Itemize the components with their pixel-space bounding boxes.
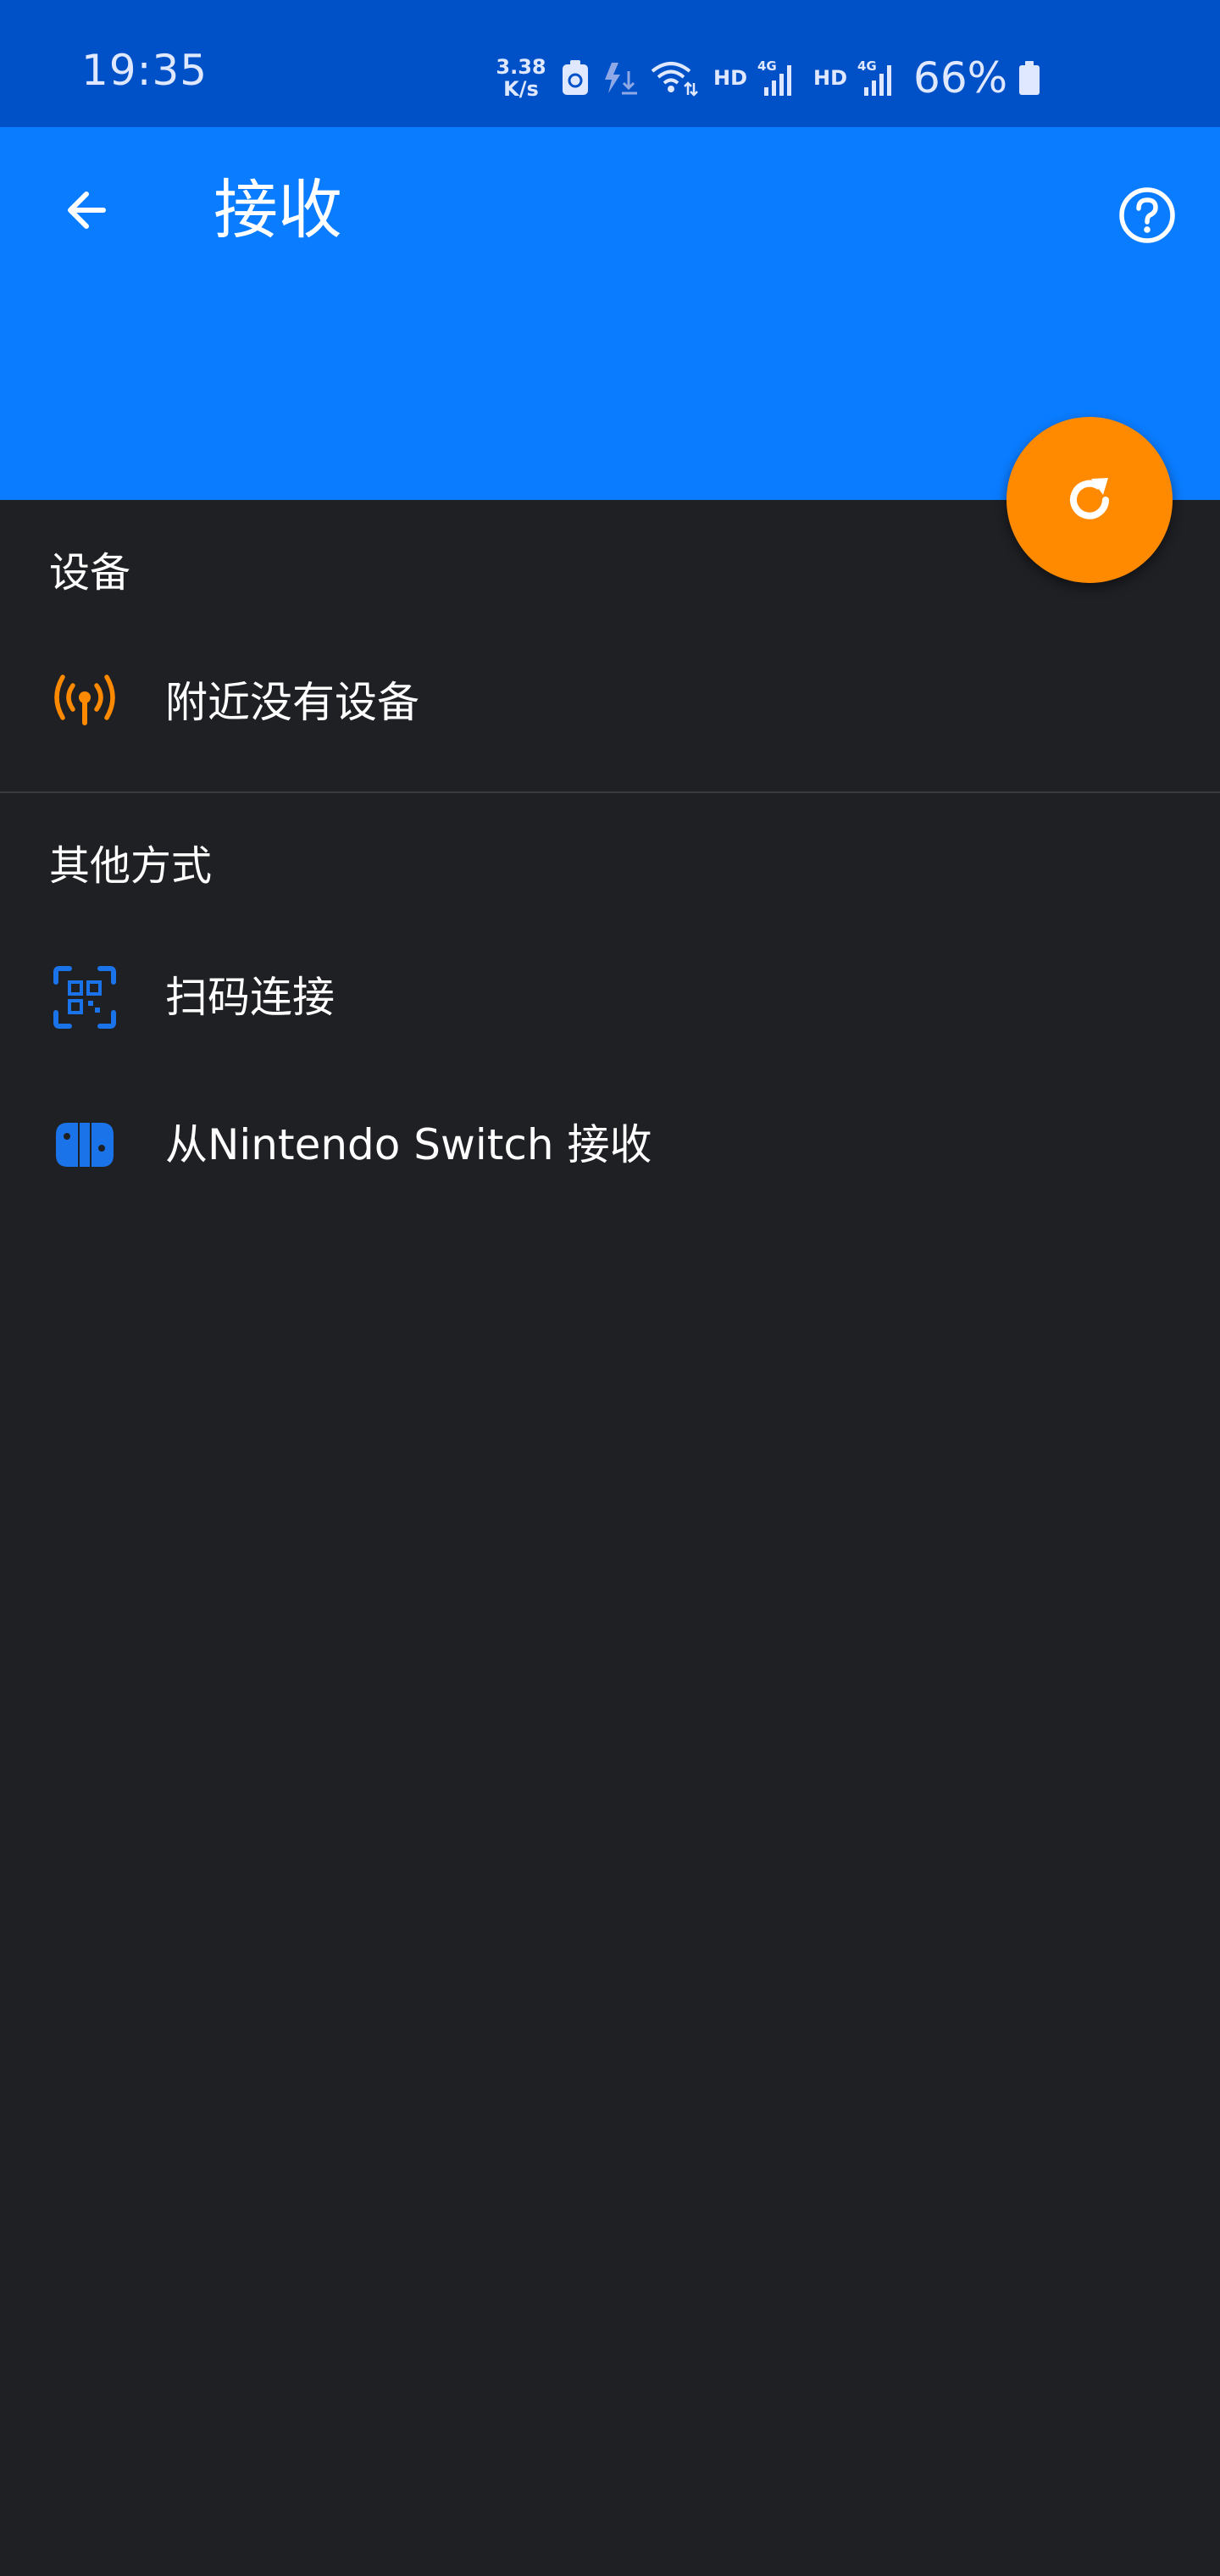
help-circle-icon [1119,187,1175,243]
status-time: 19:35 [81,46,208,95]
no-devices-row: 附近没有设备 [0,639,1220,766]
help-button[interactable] [1106,175,1188,256]
net-speed-unit: K/s [503,77,539,101]
list-item-scan-qr[interactable]: 扫码连接 [0,934,1220,1061]
network-type-2: 4G [857,58,877,74]
hd-label-2: HD [813,66,848,90]
qr-scan-icon [49,962,120,1033]
list-item-nintendo-switch[interactable]: 从Nintendo Switch 接收 [0,1081,1220,1208]
refresh-icon [1070,478,1109,519]
arrow-left-icon [68,192,106,229]
battery-saver-icon [561,59,590,97]
receive-screen: 19:35 3.38 K/s HD 4G HD 4G 66% 接收 设备 附近没… [0,0,1220,2576]
hd-label-1: HD [713,66,748,90]
antenna-icon [49,667,120,738]
scan-qr-label: 扫码连接 [165,973,335,1022]
no-devices-label: 附近没有设备 [165,678,419,727]
back-button[interactable] [46,169,127,251]
devices-section-header: 设备 [49,549,131,597]
refresh-button[interactable] [1006,417,1173,583]
section-divider [0,791,1220,793]
network-type-1: 4G [757,58,777,74]
page-title: 接收 [214,172,342,247]
other-methods-section-header: 其他方式 [49,842,213,890]
net-speed: 3.38 K/s [491,56,551,100]
data-transfer-icon [600,59,639,97]
status-bar: 19:35 3.38 K/s HD 4G HD 4G 66% [0,0,1220,127]
status-indicators: 3.38 K/s HD 4G HD 4G 66% [491,53,1041,103]
battery-icon [1018,59,1041,97]
nintendo-switch-label: 从Nintendo Switch 接收 [165,1120,652,1169]
wifi-icon [649,59,698,97]
nintendo-switch-icon [49,1109,120,1180]
battery-percent: 66% [913,53,1008,103]
net-speed-value: 3.38 [496,55,546,79]
cell-signal-icon-2: 4G [857,58,898,97]
cell-signal-icon-1: 4G [757,58,798,97]
